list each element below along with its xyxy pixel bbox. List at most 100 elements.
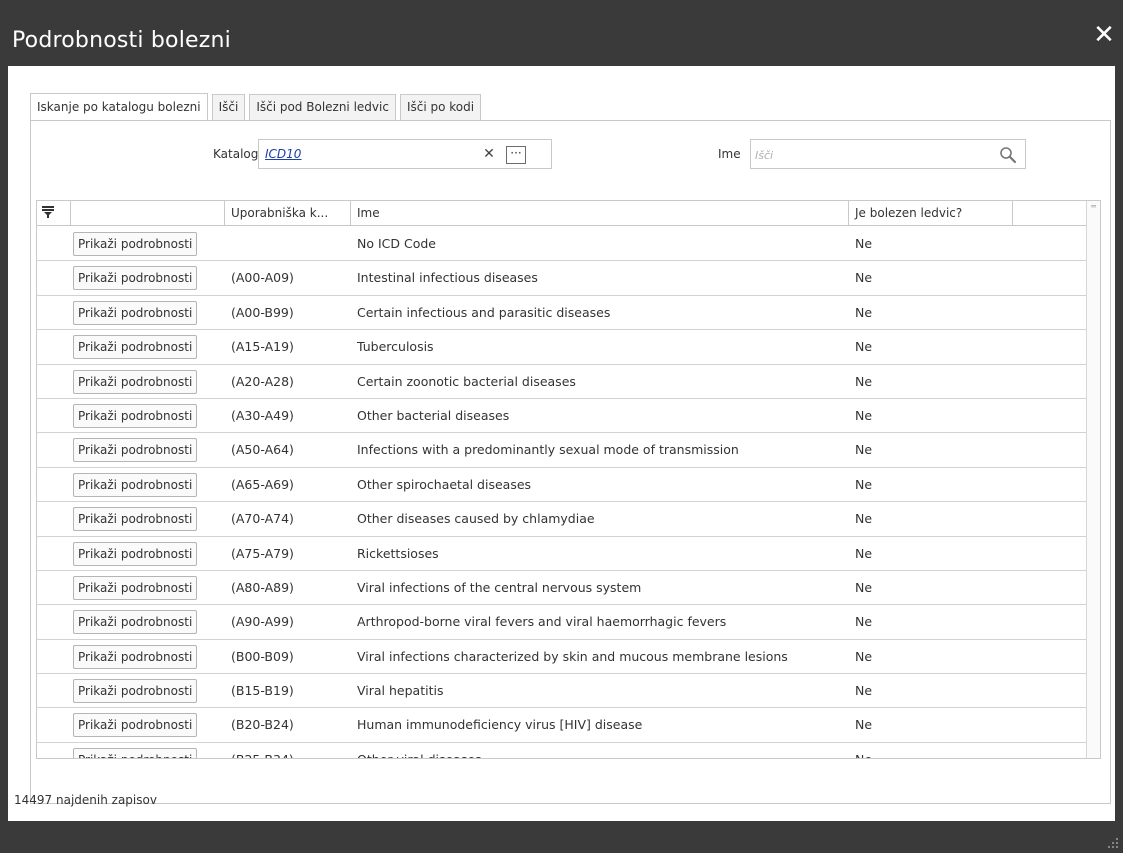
show-details-button[interactable]: Prikaži podrobnosti bbox=[73, 644, 198, 669]
row-extra bbox=[1013, 708, 1087, 741]
row-selector[interactable] bbox=[37, 227, 71, 260]
show-details-button[interactable]: Prikaži podrobnosti bbox=[73, 747, 198, 758]
row-user-code: (A30-A49) bbox=[231, 407, 294, 423]
table-row[interactable]: Prikaži podrobnosti (B25-B34)Other viral … bbox=[37, 743, 1087, 758]
table-row[interactable]: Prikaži podrobnosti (A70-A74) Other diseas… bbox=[37, 502, 1087, 537]
row-selector[interactable] bbox=[37, 433, 71, 466]
row-extra bbox=[1013, 674, 1087, 707]
catalog-label: Katalog bbox=[213, 147, 259, 161]
show-details-button[interactable]: Prikaži podrobnosti bbox=[73, 679, 198, 704]
column-header-user-code[interactable]: Uporabniška k... bbox=[225, 201, 351, 226]
show-details-button[interactable]: Prikaži podrobnosti bbox=[73, 300, 198, 325]
row-user-code: (A50-A64) bbox=[231, 442, 294, 458]
row-kidney-disease: Ne bbox=[855, 407, 873, 423]
table-row[interactable]: Prikaži podrobnosti (A50-A64) Infections w… bbox=[37, 433, 1087, 468]
dialog-titlebar[interactable]: Podrobnosti bolezni ✕ bbox=[0, 0, 1123, 66]
table-row[interactable]: Prikaži podrobnosti (A30-A49) Other bacter… bbox=[37, 399, 1087, 434]
show-details-button[interactable]: Prikaži podrobnosti bbox=[73, 335, 198, 360]
catalog-value-link[interactable]: ICD10 bbox=[265, 147, 301, 161]
row-actions: Prikaži podrobnosti bbox=[71, 433, 225, 466]
row-actions: Prikaži podrobnosti bbox=[71, 296, 225, 329]
grid-filter-header[interactable] bbox=[37, 201, 71, 226]
table-row[interactable]: Prikaži podrobnosti (B00-B09) Viral infect… bbox=[37, 640, 1087, 675]
table-row[interactable]: Prikaži podrobnosti No ICD Code Ne bbox=[37, 227, 1087, 262]
row-actions: Prikaži podrobnosti bbox=[71, 708, 225, 741]
tab-search-by-catalog[interactable]: Iskanje po katalogu bolezni bbox=[30, 93, 208, 121]
filter-icon[interactable] bbox=[41, 205, 55, 219]
close-icon[interactable]: ✕ bbox=[1091, 22, 1117, 48]
show-details-button[interactable]: Prikaži podrobnosti bbox=[73, 232, 198, 256]
row-name: Other diseases caused by chlamydiae bbox=[357, 511, 595, 527]
table-row[interactable]: Prikaži podrobnosti (A20-A28) Certain zoon… bbox=[37, 365, 1087, 399]
row-user-code: (A65-A69) bbox=[231, 476, 294, 492]
table-row[interactable]: Prikaži podrobnosti (A00-B99) Certain infe… bbox=[37, 296, 1087, 331]
name-search-input[interactable] bbox=[755, 146, 985, 164]
resize-grip-icon[interactable] bbox=[1107, 837, 1119, 849]
row-selector[interactable] bbox=[37, 468, 71, 501]
show-details-button[interactable]: Prikaži podrobnosti bbox=[73, 610, 198, 635]
row-name: Certain zoonotic bacterial diseases bbox=[357, 373, 576, 389]
name-search-field[interactable] bbox=[750, 139, 1026, 169]
row-selector[interactable] bbox=[37, 330, 71, 363]
row-selector[interactable] bbox=[37, 399, 71, 432]
column-header-name[interactable]: Ime bbox=[351, 201, 849, 226]
row-name: Human immunodeficiency virus [HIV] disea… bbox=[357, 717, 643, 733]
row-selector[interactable] bbox=[37, 365, 71, 398]
table-row[interactable]: Prikaži podrobnosti (A15-A19) Tuberculosis… bbox=[37, 330, 1087, 365]
scrollbar-thumb[interactable]: ═ bbox=[1089, 203, 1098, 211]
show-details-button[interactable]: Prikaži podrobnosti bbox=[73, 266, 198, 291]
table-row[interactable]: Prikaži podrobnosti (A90-A99) Arthropod-bo… bbox=[37, 605, 1087, 640]
vertical-scrollbar[interactable]: ═ bbox=[1086, 201, 1100, 758]
table-row[interactable]: Prikaži podrobnosti (B20-B24) Human immuno… bbox=[37, 708, 1087, 743]
row-selector[interactable] bbox=[37, 296, 71, 329]
show-details-button[interactable]: Prikaži podrobnosti bbox=[73, 472, 198, 497]
show-details-button[interactable]: Prikaži podrobnosti bbox=[73, 507, 198, 532]
table-row[interactable]: Prikaži podrobnosti (A00-A09) Intestinal i… bbox=[37, 261, 1087, 296]
column-header-extra[interactable] bbox=[1013, 201, 1087, 226]
table-row[interactable]: Prikaži podrobnosti (A75-A79) Rickettsiose… bbox=[37, 537, 1087, 571]
show-details-button[interactable]: Prikaži podrobnosti bbox=[73, 369, 198, 394]
show-details-button[interactable]: Prikaži podrobnosti bbox=[73, 575, 198, 600]
tab-search-kidney-diseases[interactable]: Išči pod Bolezni ledvic bbox=[249, 94, 396, 120]
row-kidney-disease: Ne bbox=[855, 270, 873, 286]
more-options-button[interactable]: ··· bbox=[506, 146, 526, 164]
row-selector[interactable] bbox=[37, 571, 71, 604]
column-header-actions[interactable] bbox=[71, 201, 225, 226]
row-selector[interactable] bbox=[37, 708, 71, 741]
row-name: Certain infectious and parasitic disease… bbox=[357, 304, 611, 320]
table-row[interactable]: Prikaži podrobnosti (B15-B19) Viral hepati… bbox=[37, 674, 1087, 709]
row-extra bbox=[1013, 261, 1087, 294]
clear-icon[interactable]: ✕ bbox=[481, 146, 497, 162]
row-kidney-disease: Ne bbox=[855, 511, 873, 527]
row-selector[interactable] bbox=[37, 640, 71, 673]
row-selector[interactable] bbox=[37, 743, 71, 758]
row-selector[interactable] bbox=[37, 502, 71, 535]
show-details-button[interactable]: Prikaži podrobnosti bbox=[73, 403, 198, 428]
row-user-code: (A20-A28) bbox=[231, 373, 294, 389]
dialog-footer-bar bbox=[0, 821, 1123, 853]
row-extra bbox=[1013, 296, 1087, 329]
show-details-button[interactable]: Prikaži podrobnosti bbox=[73, 438, 198, 463]
tab-search-by-code[interactable]: Išči po kodi bbox=[399, 94, 482, 120]
row-kidney-disease: Ne bbox=[855, 442, 873, 458]
tab-search[interactable]: Išči bbox=[211, 94, 246, 120]
row-selector[interactable] bbox=[37, 261, 71, 294]
search-icon[interactable] bbox=[999, 146, 1017, 164]
row-selector[interactable] bbox=[37, 537, 71, 570]
row-kidney-disease: Ne bbox=[855, 373, 873, 389]
row-kidney-disease: Ne bbox=[855, 683, 873, 699]
row-actions: Prikaži podrobnosti bbox=[71, 399, 225, 432]
row-kidney-disease: Ne bbox=[855, 579, 873, 595]
column-header-kidney-disease[interactable]: Je bolezen ledvic? bbox=[849, 201, 1013, 226]
catalog-field[interactable]: ICD10 ✕ ··· bbox=[258, 139, 552, 169]
table-row[interactable]: Prikaži podrobnosti (A80-A89) Viral infect… bbox=[37, 571, 1087, 606]
row-extra bbox=[1013, 571, 1087, 604]
table-row[interactable]: Prikaži podrobnosti (A65-A69) Other spiroc… bbox=[37, 468, 1087, 503]
row-selector[interactable] bbox=[37, 605, 71, 638]
row-selector[interactable] bbox=[37, 674, 71, 707]
grid-body: Prikaži podrobnosti No ICD Code Ne Prikaži … bbox=[37, 227, 1087, 758]
tab-bar: Iskanje po katalogu bolezni Išči Išči po… bbox=[30, 92, 485, 121]
show-details-button[interactable]: Prikaži podrobnosti bbox=[73, 541, 198, 566]
row-user-code: (B25-B34) bbox=[225, 743, 351, 758]
show-details-button[interactable]: Prikaži podrobnosti bbox=[73, 713, 198, 738]
